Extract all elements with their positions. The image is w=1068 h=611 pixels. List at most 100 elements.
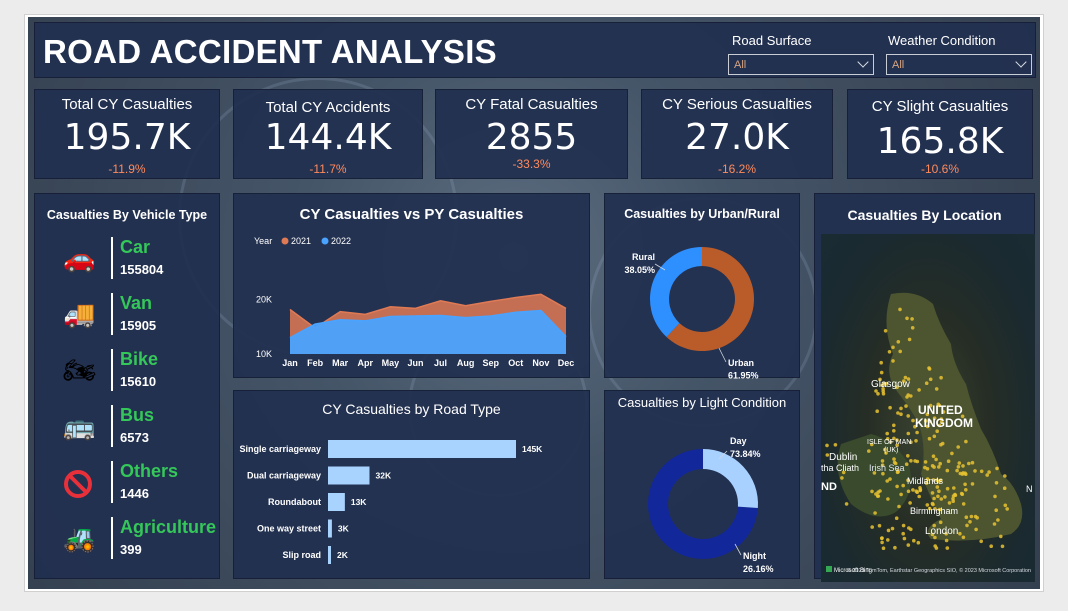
casualty-point: [915, 459, 920, 464]
casualty-point: [964, 515, 969, 519]
x-tick-label: Jul: [434, 358, 447, 368]
casualty-point: [896, 340, 901, 344]
casualty-point: [992, 522, 997, 526]
casualty-point: [892, 429, 896, 433]
casualty-point: [952, 486, 956, 490]
bar: [328, 519, 332, 538]
casualty-point: [970, 460, 975, 465]
kpi-delta: -11.7%: [309, 162, 347, 176]
weather-condition-select[interactable]: All: [886, 54, 1032, 75]
bike-icon: 🏍: [63, 355, 97, 385]
casualty-point: [891, 345, 895, 350]
casualty-point: [886, 497, 890, 501]
casualty-point: [1003, 503, 1008, 508]
casualty-point: [904, 462, 909, 466]
kpi-value: 165.8K: [876, 121, 1004, 162]
casualty-point: [915, 490, 919, 495]
casualty-point: [939, 375, 943, 380]
casualty-point: [979, 469, 984, 474]
vehicle-count: 155804: [120, 262, 164, 277]
page-title: ROAD ACCIDENT ANALYSIS: [43, 33, 497, 70]
kpi-label: Total CY Casualties: [61, 96, 193, 113]
casualty-point: [870, 525, 874, 529]
bar: [328, 466, 370, 485]
casualty-point: [934, 546, 939, 550]
casualty-point: [945, 486, 950, 491]
casualty-point: [893, 545, 897, 550]
casualty-point: [974, 527, 978, 532]
vehicle-count: 15610: [120, 374, 157, 389]
kpi-delta: -10.6%: [920, 162, 960, 176]
urban-rural-donut: Rural 38.05% Urban 61.95%: [624, 247, 759, 380]
casualty-point: [934, 457, 938, 462]
divider: [111, 405, 113, 447]
kpi-delta: -11.9%: [108, 162, 146, 176]
bar-category-label: Slip road: [282, 550, 321, 560]
slice-label-rural: Rural: [632, 252, 655, 262]
casualty-point: [939, 497, 944, 501]
casualty-point: [879, 360, 883, 365]
x-tick-label: Feb: [307, 358, 324, 368]
map-attribution: © 2023 TomTom, Earthstar Geographics SIO…: [847, 567, 1031, 574]
casualty-point: [886, 528, 891, 533]
casualty-point: [885, 431, 889, 436]
leader-line: [718, 347, 727, 363]
casualty-point: [873, 511, 877, 515]
casualty-point: [1003, 474, 1007, 478]
vehicle-row-others: Others 1446: [35, 455, 221, 511]
legend-item: 2022: [331, 236, 351, 246]
casualty-point: [833, 443, 838, 447]
slice-value-urban: 61.95%: [728, 371, 759, 380]
legend-title: Year: [254, 236, 272, 246]
casualty-point: [825, 443, 829, 448]
x-tick-label: Dec: [558, 358, 575, 368]
vehicle-panel-title: Casualties By Vehicle Type: [46, 208, 208, 222]
bing-logo-icon: [826, 566, 832, 572]
vehicle-row-agriculture: 🚜 Agriculture 399: [35, 511, 221, 567]
casualty-point: [906, 454, 910, 458]
divider: [111, 517, 113, 559]
x-tick-label: Jun: [407, 358, 423, 368]
casualty-point: [927, 436, 932, 441]
casualty-point: [867, 449, 871, 453]
casualty-point: [906, 543, 911, 547]
casualty-point: [945, 546, 950, 550]
casualty-point: [876, 392, 880, 396]
casualty-point: [938, 461, 942, 466]
map-label-irish-sea: Irish Sea: [869, 463, 905, 473]
kpi-slight-casualties: CY Slight Casualties 165.8K -10.6%: [847, 89, 1033, 179]
casualty-point: [887, 350, 892, 354]
urban-rural-panel: Casualties by Urban/Rural Rural 38.05% Urb…: [604, 193, 800, 380]
slice-value-rural: 38.05%: [624, 265, 655, 275]
casualty-point: [937, 465, 941, 469]
casualty-point: [953, 492, 957, 497]
bar: [328, 546, 331, 564]
x-tick-label: Mar: [332, 358, 349, 368]
casualty-point: [892, 457, 896, 461]
casualty-point: [956, 445, 960, 449]
road-surface-label: Road Surface: [732, 33, 812, 48]
casualty-point: [875, 409, 879, 413]
casualty-point: [880, 536, 884, 541]
casualty-point: [964, 488, 968, 492]
header-bar: ROAD ACCIDENT ANALYSIS Road Surface All …: [34, 22, 1036, 78]
casualty-point: [918, 486, 922, 490]
casualty-point: [910, 317, 914, 321]
slice-label-day: Day: [730, 436, 747, 446]
kpi-delta: -33.3%: [512, 157, 551, 171]
casualty-point: [915, 430, 919, 435]
kpi-fatal-casualties: CY Fatal Casualties 2855 -33.3%: [435, 89, 628, 179]
legend-swatch: [281, 237, 289, 245]
casualty-point: [987, 470, 991, 474]
map-label-london: London: [925, 526, 958, 537]
road-surface-select[interactable]: All: [728, 54, 874, 75]
casualty-point: [964, 472, 968, 476]
casualty-point: [886, 538, 890, 542]
van-icon: 🚚: [63, 299, 96, 329]
slice-value-day: 73.84%: [730, 449, 761, 459]
vehicle-count: 15905: [120, 318, 157, 333]
casualty-point: [967, 461, 971, 466]
casualty-point: [996, 518, 1000, 522]
map-view[interactable]: Glasgow UNITED KINGDOM ISLE OF MAN (UK) …: [821, 234, 1035, 582]
casualty-point: [947, 501, 952, 505]
